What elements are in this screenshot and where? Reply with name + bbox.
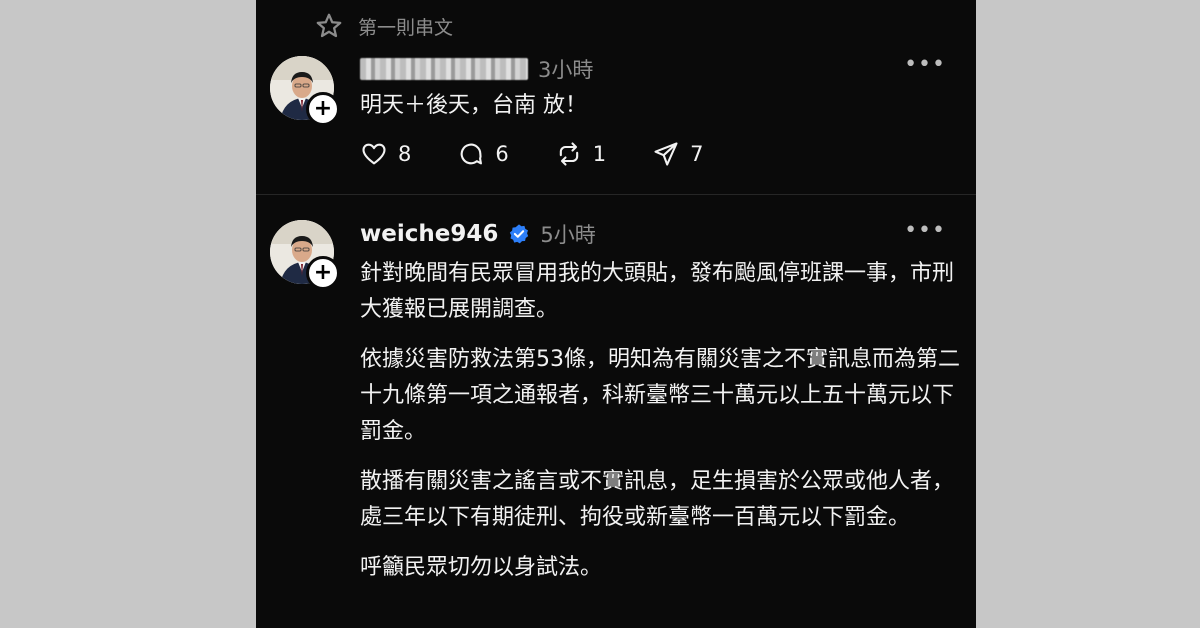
post-2-meta: weiche946 5小時 <box>360 218 596 250</box>
threads-feed: 第一則串文 + 3小時 ••• 明天＋後天，台南 放！ 8 6 1 7 + we… <box>256 0 976 628</box>
post-time: 5小時 <box>540 223 596 247</box>
post-1-actions: 8 6 1 7 <box>360 140 704 168</box>
post-paragraph: 依據災害防救法第53條，明知為有關災害之不實訊息而為第二十九條第一項之通報者，科… <box>360 347 960 444</box>
repost-button[interactable]: 1 <box>555 140 606 168</box>
reply-button[interactable]: 6 <box>457 140 509 168</box>
post-2-avatar-wrap[interactable]: + <box>270 220 340 290</box>
more-options-icon[interactable]: ••• <box>904 52 946 77</box>
post-paragraph: 散播有關災害之謠言或不實訊息，足生損害於公眾或他人者，處三年以下有期徒刑、拘役或… <box>360 469 955 530</box>
verified-badge-icon <box>510 224 529 244</box>
repost-count: 1 <box>592 142 607 166</box>
post-time: 3小時 <box>538 58 594 82</box>
post-paragraph: 針對晚間有民眾冒用我的大頭貼，發布颱風停班課一事，市刑大獲報已展開調查。 <box>360 261 955 322</box>
username[interactable]: weiche946 <box>360 221 498 247</box>
thread-header: 第一則串文 <box>314 10 453 42</box>
share-button[interactable]: 7 <box>652 140 704 168</box>
like-button[interactable]: 8 <box>360 140 411 168</box>
heart-icon <box>362 143 386 165</box>
blurred-username[interactable] <box>360 58 528 80</box>
reply-count: 6 <box>495 142 509 166</box>
repost-icon <box>559 142 578 166</box>
divider <box>256 194 976 195</box>
post-1-avatar-wrap[interactable]: + <box>270 56 340 126</box>
post-2-body: 針對晚間有民眾冒用我的大頭貼，發布颱風停班課一事，市刑大獲報已展開調查。 依據災… <box>360 256 960 586</box>
send-icon <box>654 142 678 166</box>
more-options-icon[interactable]: ••• <box>904 218 946 243</box>
follow-plus-icon[interactable]: + <box>306 92 340 126</box>
star-icon[interactable] <box>314 11 344 41</box>
comment-icon <box>461 143 483 165</box>
like-count: 8 <box>398 142 412 166</box>
follow-plus-icon[interactable]: + <box>306 256 340 290</box>
post-1-meta: 3小時 <box>360 54 593 84</box>
share-count: 7 <box>690 142 704 166</box>
post-1-text: 明天＋後天，台南 放！ <box>360 93 587 118</box>
thread-label: 第一則串文 <box>358 16 454 39</box>
post-paragraph: 呼籲民眾切勿以身試法。 <box>360 555 603 580</box>
